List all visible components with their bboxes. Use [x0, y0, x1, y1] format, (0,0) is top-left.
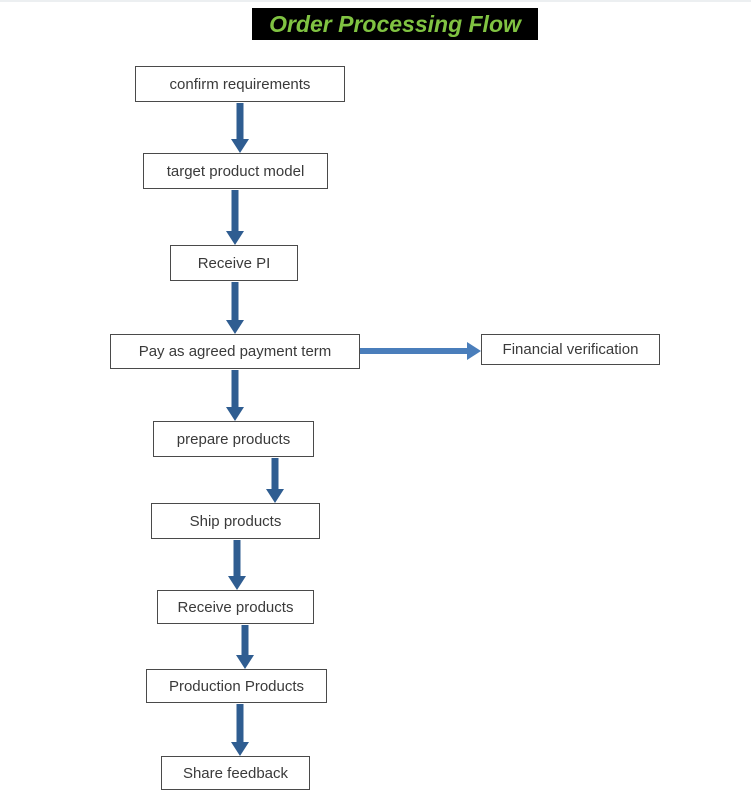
node-financial-verification[interactable]: Financial verification	[481, 334, 660, 365]
node-label: confirm requirements	[169, 75, 311, 93]
node-target-product-model[interactable]: target product model	[143, 153, 328, 189]
node-label: Ship products	[189, 512, 282, 530]
node-label: Receive products	[177, 598, 294, 616]
arrow-right-icon-pay-to-financial-verification	[360, 341, 481, 361]
node-label: prepare products	[176, 430, 291, 448]
node-receive-products[interactable]: Receive products	[157, 590, 314, 624]
arrow-down-icon-production-to-feedback	[222, 704, 258, 756]
arrow-down-icon-receive-to-production	[227, 625, 263, 669]
node-label: Production Products	[168, 677, 305, 695]
arrow-down-icon-confirm-to-target	[222, 103, 258, 153]
diagram-title-banner: Order Processing Flow	[252, 8, 538, 40]
arrow-down-icon-target-to-receive-pi	[217, 190, 253, 245]
node-prepare-products[interactable]: prepare products	[153, 421, 314, 457]
node-label: Share feedback	[182, 764, 289, 782]
node-label: Pay as agreed payment term	[138, 343, 332, 360]
arrow-down-icon-ship-to-receive	[219, 540, 255, 590]
node-share-feedback[interactable]: Share feedback	[161, 756, 310, 790]
node-production-products[interactable]: Production Products	[146, 669, 327, 703]
arrow-down-icon-receive-pi-to-pay	[217, 282, 253, 334]
arrow-down-icon-pay-to-prepare	[217, 370, 253, 421]
node-label: Financial verification	[502, 341, 639, 358]
page-top-rule	[0, 0, 751, 2]
node-ship-products[interactable]: Ship products	[151, 503, 320, 539]
node-pay-as-agreed-payment-term[interactable]: Pay as agreed payment term	[110, 334, 360, 369]
arrow-down-icon-prepare-to-ship	[257, 458, 293, 503]
node-confirm-requirements[interactable]: confirm requirements	[135, 66, 345, 102]
node-receive-pi[interactable]: Receive PI	[170, 245, 298, 281]
node-label: Receive PI	[197, 254, 271, 272]
flowchart-canvas: Order Processing Flow confirm requiremen…	[0, 0, 751, 800]
diagram-title: Order Processing Flow	[269, 10, 521, 37]
node-label: target product model	[166, 162, 305, 180]
